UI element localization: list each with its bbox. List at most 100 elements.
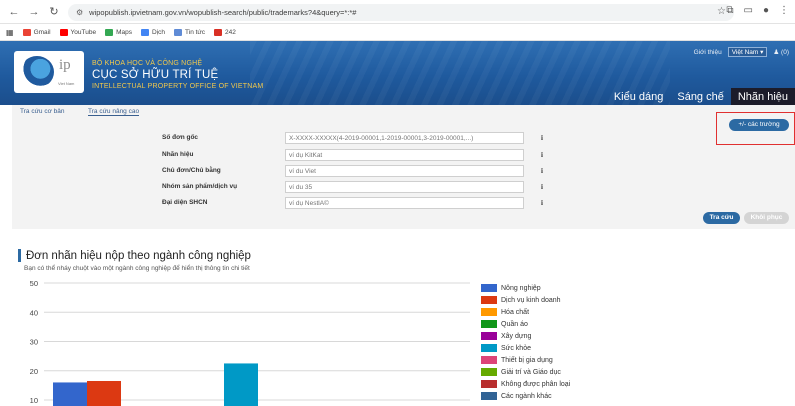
youtube-icon — [59, 28, 68, 36]
legend-swatch — [481, 356, 497, 364]
legend-swatch — [481, 392, 497, 400]
info-icon[interactable]: i — [541, 151, 543, 159]
legend-swatch — [481, 368, 497, 376]
bookmark-star-icon[interactable]: ☆ — [717, 6, 726, 17]
info-icon[interactable]: i — [541, 134, 543, 142]
intro-link[interactable]: Giới thiệu — [694, 49, 722, 56]
news-icon — [174, 28, 183, 36]
bookmark-news[interactable]: Tin tức — [174, 28, 205, 36]
field-label-application-number: Số đơn gốc — [162, 134, 199, 141]
application-number-input[interactable] — [285, 132, 524, 144]
search-button[interactable]: Tra cứu — [703, 212, 740, 224]
chart-title: Đơn nhãn hiệu nộp theo ngành công nghiệp — [26, 250, 251, 262]
back-icon[interactable]: ← — [8, 6, 20, 18]
legend-label: Giải trí và Giáo dục — [501, 368, 561, 376]
logo-swirl-icon — [20, 56, 54, 88]
tab-sang-che[interactable]: Sáng chế — [670, 88, 730, 105]
reload-icon[interactable]: ↻ — [48, 6, 60, 18]
y-tick-label: 20 — [30, 367, 38, 376]
ip-vietnam-logo[interactable]: ip Viet Nam — [14, 51, 84, 93]
industry-bar-chart: 10 20 30 40 50 — [30, 279, 470, 406]
field-label-trademark: Nhãn hiệu — [162, 151, 194, 158]
legend-item[interactable]: Không được phân loại — [481, 378, 570, 390]
bookmark-maps[interactable]: Maps — [105, 28, 132, 36]
bookmarks-bar: ▦ Gmail YouTube Maps Dịch Tin tức 242 — [0, 24, 795, 41]
sidebar-icon[interactable]: ▭ — [744, 5, 753, 16]
calendar-icon — [214, 28, 223, 36]
bar-nông-nghiệp[interactable] — [53, 382, 87, 406]
legend-item[interactable]: Dịch vụ kinh doanh — [481, 294, 570, 306]
info-icon[interactable]: i — [541, 199, 543, 207]
legend-swatch — [481, 284, 497, 292]
bookmark-translate[interactable]: Dịch — [141, 28, 165, 36]
legend-item[interactable]: Xây dựng — [481, 330, 570, 342]
bar-sức-khỏe[interactable] — [224, 363, 258, 406]
legend-item[interactable]: Sức khỏe — [481, 342, 570, 354]
class-input[interactable] — [285, 181, 524, 193]
legend-swatch — [481, 380, 497, 388]
site-info-icon[interactable]: ⚙ — [76, 8, 83, 17]
legend-swatch — [481, 344, 497, 352]
title-accent-bar — [18, 249, 21, 262]
user-menu[interactable]: ♟ (0) — [773, 48, 789, 56]
info-icon[interactable]: i — [541, 167, 543, 175]
maps-icon — [105, 28, 114, 36]
legend-item[interactable]: Hóa chất — [481, 306, 570, 318]
tab-kieu-dang[interactable]: Kiểu dáng — [607, 88, 671, 105]
legend-item[interactable]: Các ngành khác — [481, 390, 570, 402]
legend-item[interactable]: Thiết bị gia dụng — [481, 354, 570, 366]
y-tick-label: 40 — [30, 308, 38, 317]
menu-icon[interactable]: ⋮ — [779, 5, 789, 16]
tab-advanced-search[interactable]: Tra cứu nâng cao — [88, 108, 140, 116]
y-tick-label: 30 — [30, 338, 38, 347]
search-form: Tra cứu cơ bản Tra cứu nâng cao Số đơn g… — [12, 105, 795, 229]
ministry-name: BỘ KHOA HỌC VÀ CÔNG NGHỆ — [92, 60, 203, 67]
chart-legend: Nông nghiệp Dịch vụ kinh doanh Hóa chất Quầ… — [481, 282, 570, 402]
bar-dịch-vụ-kinh-doanh[interactable] — [87, 380, 121, 406]
main-tabs: Kiểu dáng Sáng chế Nhãn hiệu — [607, 88, 795, 105]
legend-label: Thiết bị gia dụng — [501, 356, 553, 364]
chart-subtitle: Bạn có thể nháy chuột vào một ngành công… — [24, 265, 250, 272]
owner-input[interactable] — [285, 165, 524, 177]
trademark-input[interactable] — [285, 149, 524, 161]
field-label-owner: Chủ đơn/Chủ bằng — [162, 167, 221, 174]
gmail-icon — [22, 28, 31, 36]
site-header: ip Viet Nam BỘ KHOA HỌC VÀ CÔNG NGHỆ CỤC… — [0, 41, 795, 105]
tab-nhan-hieu[interactable]: Nhãn hiệu — [730, 88, 795, 105]
y-tick-label: 50 — [30, 279, 38, 288]
translate-icon — [141, 28, 149, 36]
legend-item[interactable]: Quần áo — [481, 318, 570, 330]
field-label-class: Nhóm sản phẩm/dịch vụ — [162, 183, 238, 190]
tab-basic-search[interactable]: Tra cứu cơ bản — [20, 108, 65, 115]
bookmark-gmail[interactable]: Gmail — [22, 28, 51, 36]
legend-label: Nông nghiệp — [501, 284, 541, 292]
user-icon: ♟ — [773, 49, 780, 56]
legend-label: Không được phân loại — [501, 380, 571, 388]
reset-button[interactable]: Khôi phục — [744, 212, 789, 224]
field-label-agent: Đại diện SHCN — [162, 199, 208, 206]
legend-swatch — [481, 320, 497, 328]
legend-label: Sức khỏe — [501, 344, 531, 352]
language-select[interactable]: Việt Nam ▾ — [727, 47, 768, 57]
more-fields-button[interactable]: +/- các trường — [729, 119, 789, 131]
legend-swatch — [481, 332, 497, 340]
legend-item[interactable]: Nông nghiệp — [481, 282, 570, 294]
address-bar[interactable]: ⚙ wipopublish.ipvietnam.gov.vn/wopublish… — [68, 4, 734, 21]
url-text: wipopublish.ipvietnam.gov.vn/wopublish-s… — [89, 8, 357, 17]
legend-label: Quần áo — [501, 320, 528, 328]
info-icon[interactable]: i — [541, 183, 543, 191]
legend-swatch — [481, 308, 497, 316]
legend-label: Dịch vụ kinh doanh — [501, 296, 561, 304]
browser-toolbar: ← → ↻ ⚙ wipopublish.ipvietnam.gov.vn/wop… — [0, 0, 795, 24]
agent-input[interactable] — [285, 197, 524, 209]
legend-item[interactable]: Giải trí và Giáo dục — [481, 366, 570, 378]
extensions-icon[interactable]: ⧉ — [726, 5, 733, 16]
bookmark-youtube[interactable]: YouTube — [59, 28, 96, 36]
forward-icon[interactable]: → — [28, 6, 40, 18]
bookmark-242[interactable]: 242 — [214, 28, 236, 36]
profile-icon[interactable]: ● — [763, 5, 769, 16]
apps-icon[interactable]: ▦ — [6, 28, 14, 37]
office-name-vi: CỤC SỞ HỮU TRÍ TUỆ — [92, 69, 219, 81]
office-name-en: INTELLECTUAL PROPERTY OFFICE OF VIETNAM — [92, 83, 264, 90]
legend-label: Các ngành khác — [501, 392, 552, 400]
